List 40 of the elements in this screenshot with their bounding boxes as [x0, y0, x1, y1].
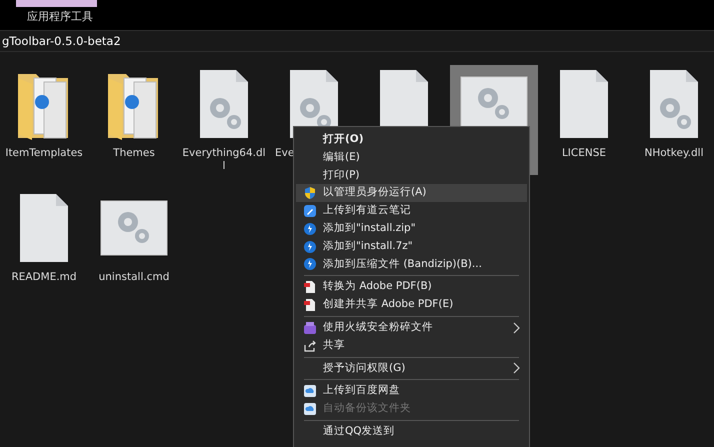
- menu-item[interactable]: 上传到有道云笔记: [296, 202, 527, 220]
- file-name[interactable]: ItemTemplates: [2, 147, 86, 160]
- menu-item[interactable]: 使用火绒安全粉碎文件: [296, 318, 527, 337]
- pdf-icon: [303, 280, 317, 294]
- file-name[interactable]: Themes: [92, 147, 176, 160]
- shredder-icon: [303, 320, 317, 335]
- menu-item[interactable]: 上传到百度网盘: [296, 382, 527, 400]
- menu-item[interactable]: 编辑(E): [296, 148, 527, 167]
- shield-icon: [303, 186, 317, 200]
- menu-item[interactable]: 添加到"install.7z": [296, 238, 527, 256]
- gear-window-icon: [100, 200, 168, 256]
- menu-item[interactable]: 打印(P): [296, 166, 527, 184]
- menu-item[interactable]: 授予访问权限(G): [296, 360, 527, 378]
- file-name[interactable]: README.md: [2, 271, 86, 284]
- menu-item[interactable]: 转换为 Adobe PDF(B): [296, 278, 527, 296]
- menu-item[interactable]: 添加到压缩文件 (Bandizip)(B)...: [296, 256, 527, 274]
- zip-icon: [303, 240, 317, 254]
- zip-icon: [303, 222, 317, 236]
- file-name[interactable]: Everything64.dll: [182, 147, 266, 173]
- blank-file-icon: [558, 68, 610, 140]
- menu-item[interactable]: 打开(O): [296, 131, 527, 149]
- menu-item[interactable]: 通过QQ发送到: [296, 422, 527, 441]
- file-name[interactable]: NHotkey.dll: [632, 147, 714, 160]
- pdf-icon: [303, 298, 317, 312]
- file-name[interactable]: uninstall.cmd: [92, 271, 176, 284]
- gear-file-icon: [198, 68, 250, 140]
- file-name[interactable]: LICENSE: [542, 147, 626, 160]
- menu-item[interactable]: 创建并共享 Adobe PDF(E): [296, 296, 527, 314]
- menu-item[interactable]: 共享: [296, 336, 527, 355]
- menu-item[interactable]: 以管理员身份运行(A): [296, 184, 527, 202]
- cloud-icon: [303, 384, 317, 398]
- menu-item[interactable]: 添加到"install.zip": [296, 220, 527, 238]
- cloud-icon: [303, 402, 317, 416]
- address-bar[interactable]: gToolbar-0.5.0-beta2: [0, 30, 714, 52]
- ribbon-tab-label[interactable]: 应用程序工具: [27, 9, 93, 26]
- blank-file-icon: [18, 192, 70, 264]
- share-icon: [303, 338, 317, 353]
- gear-file-icon: [648, 68, 700, 140]
- zip-icon: [303, 257, 317, 272]
- note-icon: [303, 204, 317, 218]
